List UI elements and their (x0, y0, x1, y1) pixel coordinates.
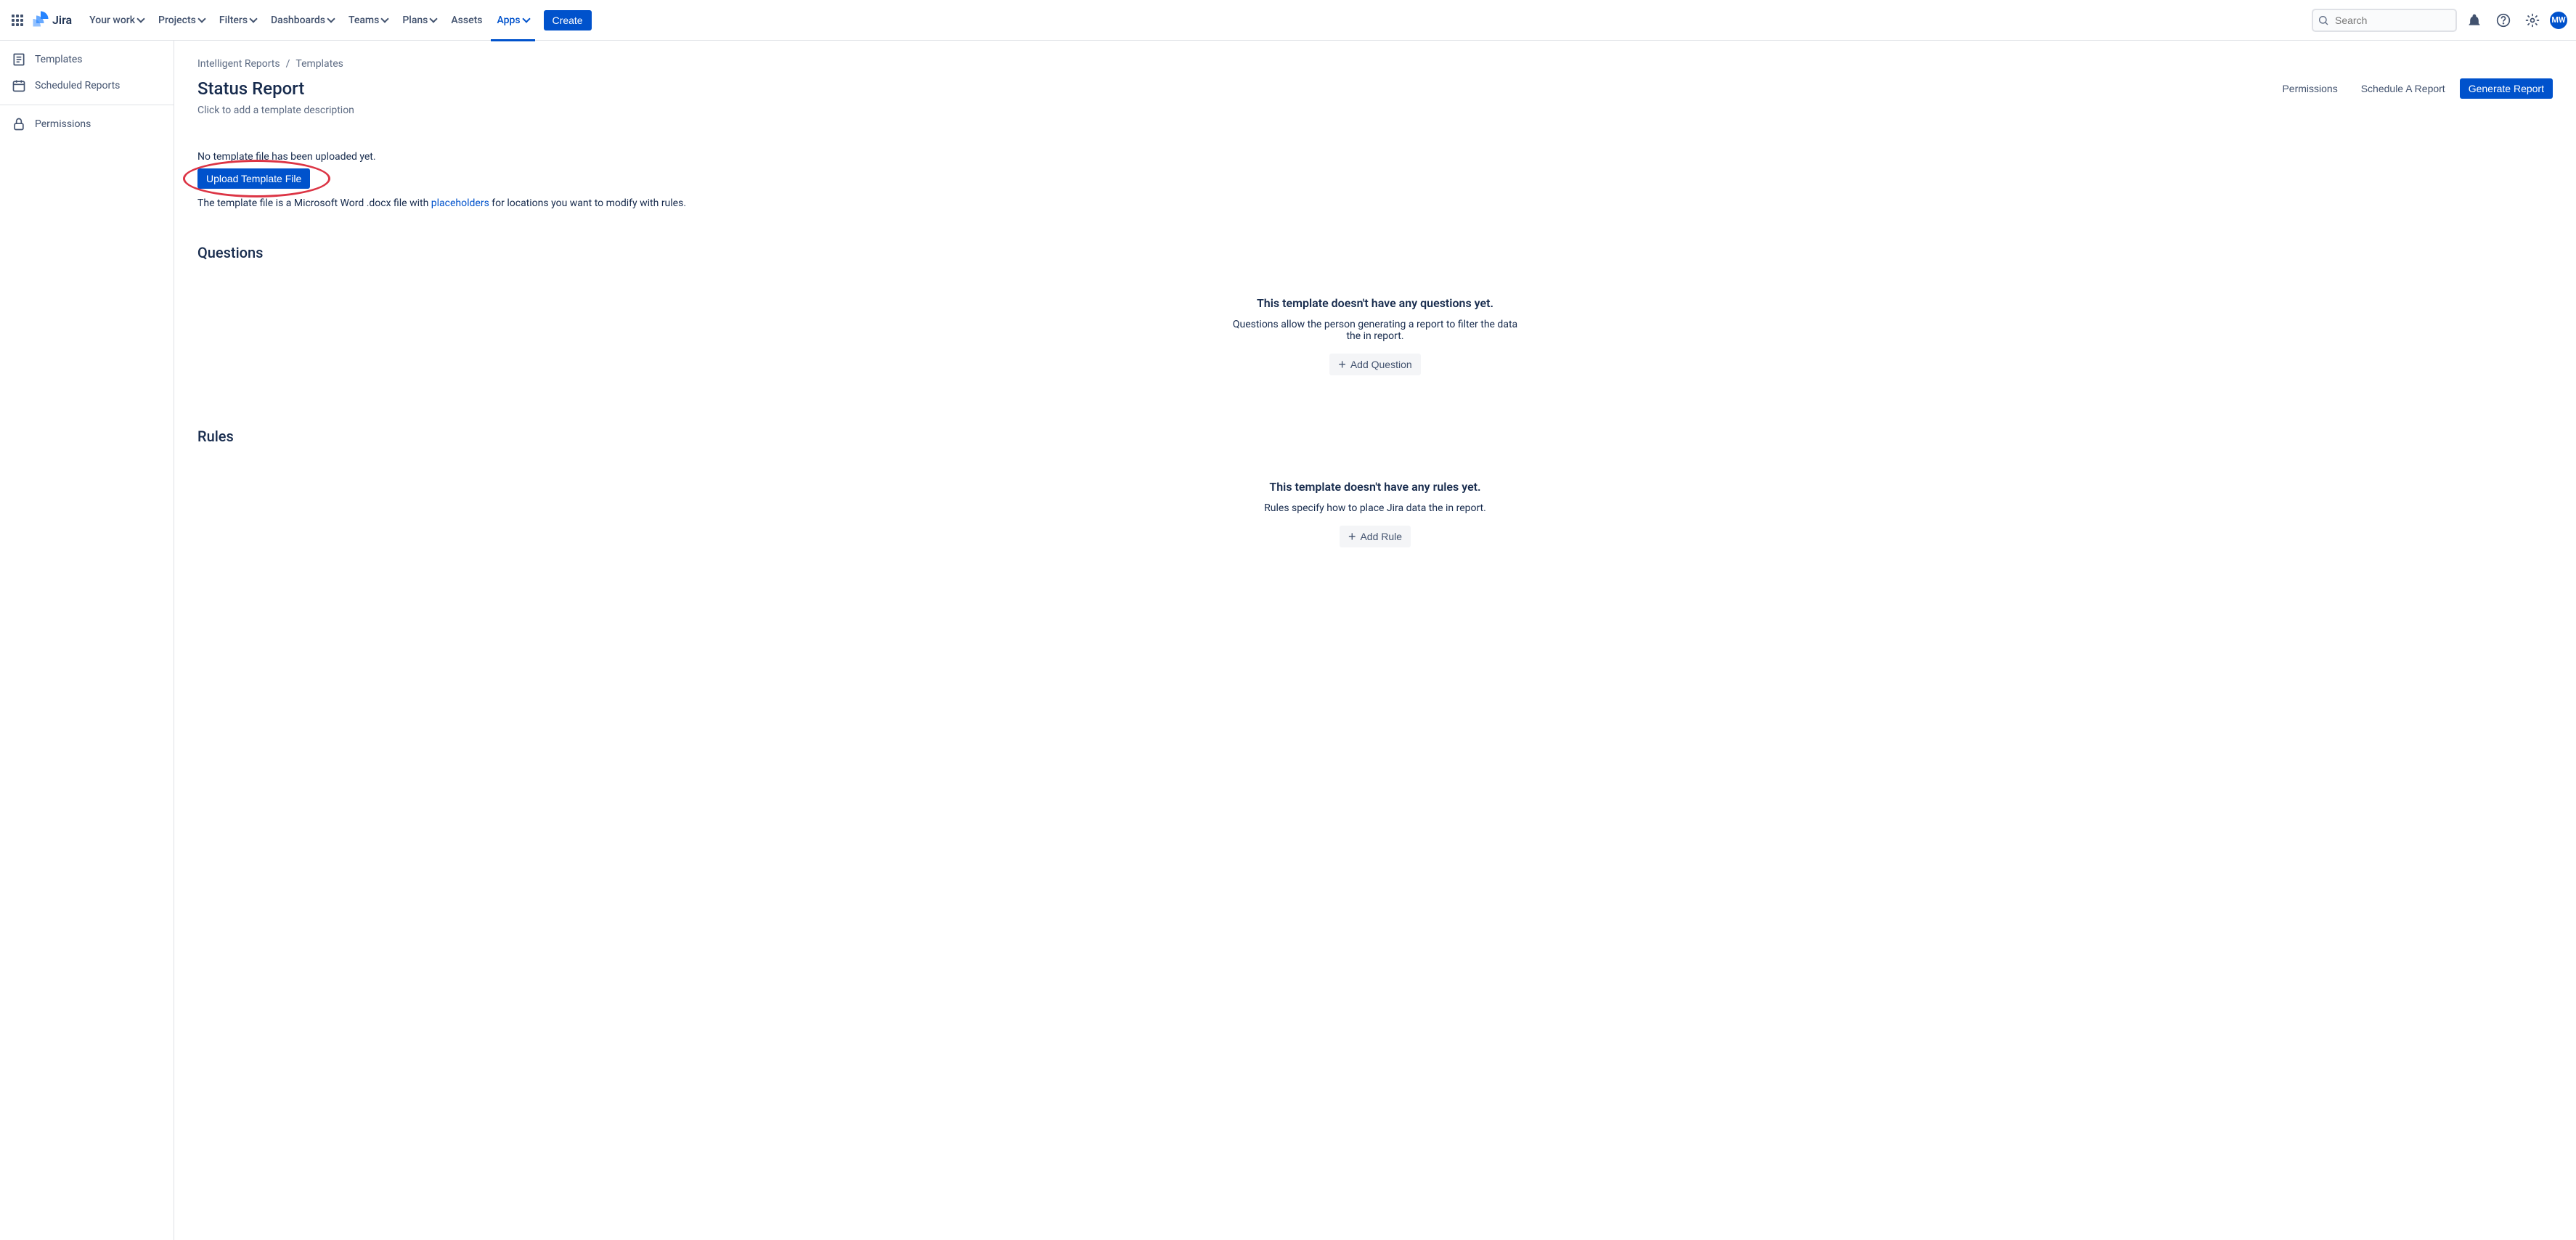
chevron-down-icon (381, 15, 389, 23)
breadcrumb-item[interactable]: Intelligent Reports (197, 58, 280, 70)
page-title: Status Report (197, 78, 304, 99)
nav-item-filters[interactable]: Filters (213, 12, 262, 29)
sidebar-item-label: Permissions (35, 118, 91, 130)
sidebar-item-templates[interactable]: Templates (0, 46, 174, 73)
breadcrumb: Intelligent Reports / Templates (197, 58, 2553, 70)
rules-heading: Rules (197, 428, 2553, 445)
schedule-report-button[interactable]: Schedule A Report (2352, 78, 2454, 99)
sidebar-item-permissions[interactable]: Permissions (0, 111, 174, 137)
nav-item-your-work[interactable]: Your work (83, 12, 150, 29)
breadcrumb-item[interactable]: Templates (295, 58, 343, 70)
add-rule-button[interactable]: + Add Rule (1340, 526, 1411, 547)
calendar-icon (12, 78, 26, 93)
top-nav: Jira Your workProjectsFiltersDashboardsT… (0, 0, 2576, 41)
nav-item-teams[interactable]: Teams (343, 12, 394, 29)
template-note: The template file is a Microsoft Word .d… (197, 197, 2553, 209)
lock-icon (12, 117, 26, 131)
nav-item-plans[interactable]: Plans (396, 12, 442, 29)
generate-report-button[interactable]: Generate Report (2460, 78, 2553, 99)
jira-logo-text: Jira (52, 13, 72, 27)
jira-icon (32, 10, 49, 30)
create-button[interactable]: Create (544, 10, 592, 30)
nav-items: Your workProjectsFiltersDashboardsTeamsP… (83, 12, 534, 29)
nav-item-projects[interactable]: Projects (152, 12, 211, 29)
questions-heading: Questions (197, 244, 2553, 261)
file-icon (12, 52, 26, 67)
app-switcher-icon[interactable] (9, 12, 26, 29)
chevron-down-icon (136, 15, 144, 23)
search-box (2312, 9, 2457, 32)
empty-desc: Questions allow the person generating a … (1230, 319, 1520, 342)
nav-item-assets[interactable]: Assets (445, 12, 488, 29)
plus-icon: + (1338, 358, 1346, 371)
search-icon (2318, 15, 2329, 26)
nav-right: MW (2312, 9, 2567, 32)
empty-title: This template doesn't have any questions… (197, 296, 2553, 310)
header-actions: Permissions Schedule A Report Generate R… (2273, 78, 2553, 99)
placeholders-link[interactable]: placeholders (431, 197, 489, 209)
help-icon[interactable] (2492, 9, 2515, 32)
upload-template-file-button[interactable]: Upload Template File (197, 168, 310, 189)
page-header: Status Report Permissions Schedule A Rep… (197, 78, 2553, 99)
settings-icon[interactable] (2521, 9, 2544, 32)
plus-icon: + (1348, 530, 1356, 543)
search-input[interactable] (2312, 9, 2457, 32)
add-question-button[interactable]: + Add Question (1329, 354, 1420, 375)
sidebar-item-label: Scheduled Reports (35, 80, 120, 91)
permissions-button[interactable]: Permissions (2273, 78, 2346, 99)
main-content: Intelligent Reports / Templates Status R… (174, 41, 2576, 1240)
chevron-down-icon (249, 15, 257, 23)
sidebar-item-label: Templates (35, 54, 83, 65)
sidebar: Templates Scheduled Reports Permissions (0, 41, 174, 1240)
questions-empty-state: This template doesn't have any questions… (197, 285, 2553, 410)
breadcrumb-separator: / (286, 58, 290, 70)
chevron-down-icon (197, 15, 205, 23)
jira-logo[interactable]: Jira (32, 10, 72, 30)
no-file-message: No template file has been uploaded yet. (197, 151, 2553, 163)
upload-section: No template file has been uploaded yet. … (197, 151, 2553, 209)
chevron-down-icon (327, 15, 335, 23)
chevron-down-icon (430, 15, 438, 23)
rules-empty-state: This template doesn't have any rules yet… (197, 468, 2553, 582)
description-placeholder[interactable]: Click to add a template description (197, 105, 2553, 116)
sidebar-item-scheduled-reports[interactable]: Scheduled Reports (0, 73, 174, 99)
nav-item-apps[interactable]: Apps (491, 12, 534, 29)
notifications-icon[interactable] (2463, 9, 2486, 32)
chevron-down-icon (522, 15, 530, 23)
nav-item-dashboards[interactable]: Dashboards (265, 12, 340, 29)
empty-desc: Rules specify how to place Jira data the… (1230, 502, 1520, 514)
avatar[interactable]: MW (2550, 12, 2567, 29)
empty-title: This template doesn't have any rules yet… (197, 480, 2553, 494)
